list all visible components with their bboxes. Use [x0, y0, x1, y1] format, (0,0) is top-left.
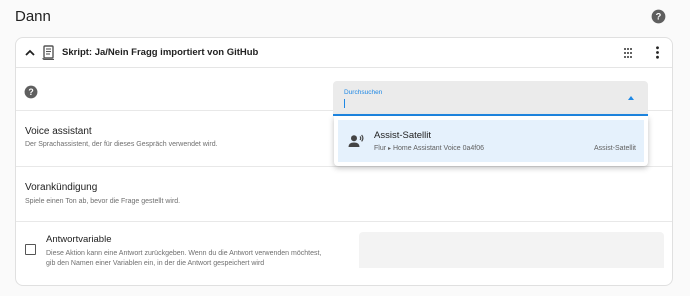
card-header[interactable]: Skript: Ja/Nein Fragg importiert von Git…	[16, 38, 672, 68]
svg-text:?: ?	[656, 12, 662, 22]
response-variable-description-line1: Diese Aktion kann eine Antwort zurückgeb…	[46, 250, 322, 257]
response-variable-input[interactable]	[359, 232, 664, 268]
text-caret	[344, 99, 345, 108]
section-title: Dann	[15, 8, 51, 25]
search-field-label: Durchsuchen	[344, 89, 383, 96]
response-variable-label: Antwortvariable	[46, 234, 112, 245]
help-icon[interactable]: ?	[651, 9, 666, 24]
option-domain: Assist-Satellit	[593, 145, 636, 152]
option-path: Flur ▸ Home Assistant Voice 0a4f06	[374, 145, 484, 152]
response-variable-description-line2: gib den Namen einer Variablen ein, in de…	[46, 259, 265, 267]
response-variable-description: Diese Aktion kann eine Antwort zurückgeb…	[46, 249, 321, 268]
dropdown-list: Assist-Satellit Flur ▸ Home Assistant Vo…	[334, 116, 648, 166]
list-item[interactable]: Assist-Satellit Flur ▸ Home Assistant Vo…	[338, 120, 644, 162]
option-title: Assist-Satellit	[374, 130, 432, 141]
divider	[16, 221, 672, 222]
voice-assistant-search-field[interactable]: Durchsuchen	[333, 81, 648, 116]
dropdown-arrow-icon[interactable]	[628, 96, 634, 100]
more-vertical-icon[interactable]	[655, 46, 660, 59]
voice-assistant-label: Voice assistant	[25, 126, 92, 137]
card-title: Skript: Ja/Nein Fragg importiert von Git…	[62, 47, 259, 58]
help-icon[interactable]: ?	[24, 85, 38, 99]
response-variable-checkbox[interactable]	[25, 244, 36, 255]
option-device: Home Assistant Voice 0a4f06	[392, 145, 485, 152]
divider	[16, 166, 672, 167]
option-area: Flur	[374, 145, 387, 152]
speaker-voice-icon	[348, 134, 364, 147]
pre-announcement-label: Vorankündigung	[25, 182, 98, 193]
pre-announcement-description: Spiele einen Ton ab, bevor die Frage ges…	[25, 198, 181, 205]
svg-text:?: ?	[28, 87, 33, 97]
breadcrumb-chevron-icon: ▸	[388, 146, 392, 152]
script-icon	[42, 45, 54, 60]
chevron-up-icon[interactable]	[24, 47, 36, 59]
drag-handle-icon[interactable]	[623, 47, 633, 59]
voice-assistant-description: Der Sprachassistent, der für dieses Gesp…	[25, 141, 218, 148]
